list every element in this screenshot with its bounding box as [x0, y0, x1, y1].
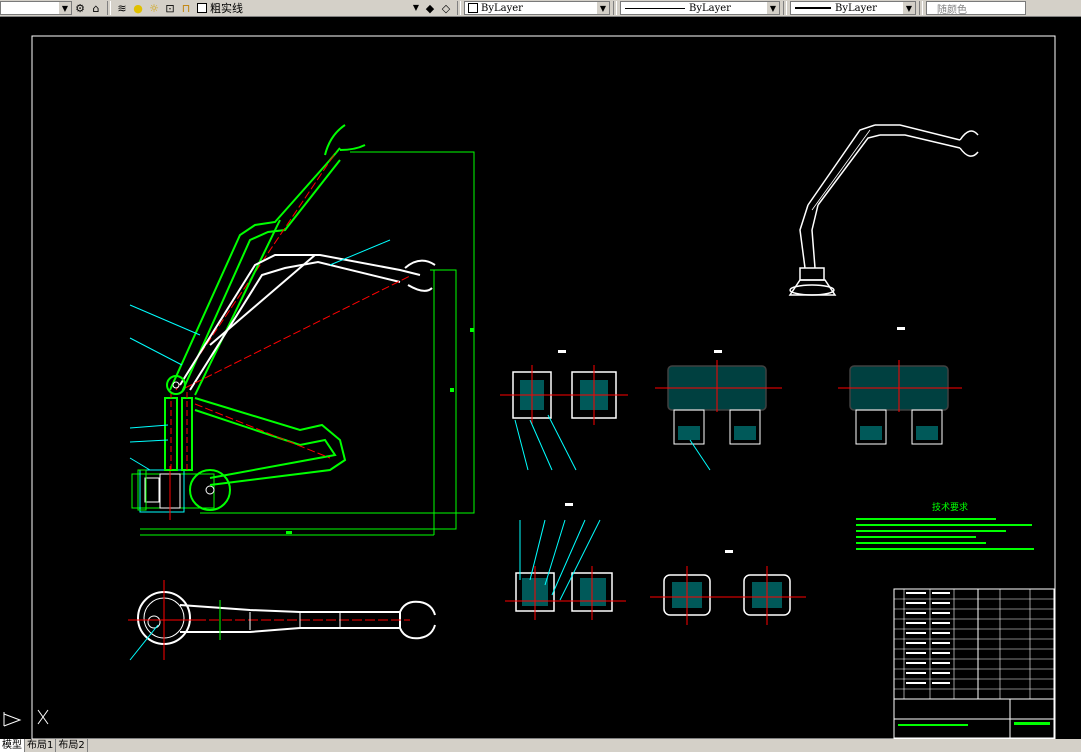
- tab-layout2[interactable]: 布局2: [56, 739, 88, 752]
- color-dropdown-value: ByLayer: [481, 2, 523, 14]
- linetype-dropdown[interactable]: ByLayer ▼: [620, 1, 780, 15]
- layer-settings-icon[interactable]: ⚙: [72, 1, 88, 15]
- bulb-icon[interactable]: ●: [130, 1, 146, 15]
- drawing-canvas[interactable]: 技术要求: [0, 17, 1081, 740]
- sun-icon[interactable]: ☼: [146, 1, 162, 15]
- lineweight-dropdown-value: ByLayer: [835, 2, 877, 14]
- side-view: [129, 124, 475, 536]
- drawing-svg: 技术要求: [3, 35, 1056, 740]
- lock-icon[interactable]: ⊡: [162, 1, 178, 15]
- isometric-view: [788, 124, 979, 296]
- toolbar-separator: [919, 1, 923, 15]
- linetype-dropdown-value: ByLayer: [689, 2, 731, 14]
- plotstyle-dropdown[interactable]: 随颜色: [926, 1, 1026, 16]
- chevron-down-icon: ▼: [767, 2, 779, 14]
- toolbar-separator: [613, 1, 617, 15]
- layout-tabs: 模型 布局1 布局2: [0, 739, 1081, 752]
- toolbar-separator: [783, 1, 787, 15]
- lineweight-dropdown[interactable]: ByLayer ▼: [790, 1, 916, 15]
- chevron-down-icon: ▼: [410, 1, 422, 13]
- chevron-down-icon: ▼: [597, 2, 609, 14]
- linetype-preview: [625, 7, 685, 9]
- current-layer-name[interactable]: 粗实线: [210, 0, 410, 16]
- toolbar-separator: [107, 1, 111, 15]
- title-block: [893, 588, 1055, 739]
- section-views: [500, 327, 962, 625]
- toolbar-separator: [457, 1, 461, 15]
- make-current-layer-icon[interactable]: ◆: [422, 1, 438, 15]
- technical-notes: 技术要求: [856, 501, 1034, 550]
- plotstyle-dropdown-value: 随颜色: [937, 4, 967, 16]
- tab-model[interactable]: 模型: [0, 739, 25, 752]
- chevron-down-icon: ▼: [59, 2, 71, 14]
- ucs-icon: [3, 709, 49, 727]
- notes-title: 技术要求: [932, 501, 968, 513]
- top-view: [128, 580, 436, 661]
- lock-open-icon[interactable]: ⊓: [178, 1, 194, 15]
- tab-layout1[interactable]: 布局1: [25, 739, 57, 752]
- color-swatch-icon: [468, 3, 478, 13]
- layer-dropdown-tail[interactable]: ▼: [0, 1, 72, 15]
- properties-toolbar: ▼ ⚙ ⌂ ≋ ● ☼ ⊡ ⊓ 粗实线 ▼ ◆ ◇ ByLayer ▼ ByLa…: [0, 0, 1081, 17]
- layer-dropdown[interactable]: ▼: [410, 1, 422, 15]
- layer-previous-icon[interactable]: ◇: [438, 1, 454, 15]
- chevron-down-icon: ▼: [903, 2, 915, 14]
- layer-stack-icon[interactable]: ≋: [114, 1, 130, 15]
- lineweight-preview: [795, 7, 831, 9]
- layer-color-swatch: [197, 3, 207, 13]
- layer-prev-icon[interactable]: ⌂: [88, 1, 104, 15]
- color-dropdown[interactable]: ByLayer ▼: [464, 1, 610, 15]
